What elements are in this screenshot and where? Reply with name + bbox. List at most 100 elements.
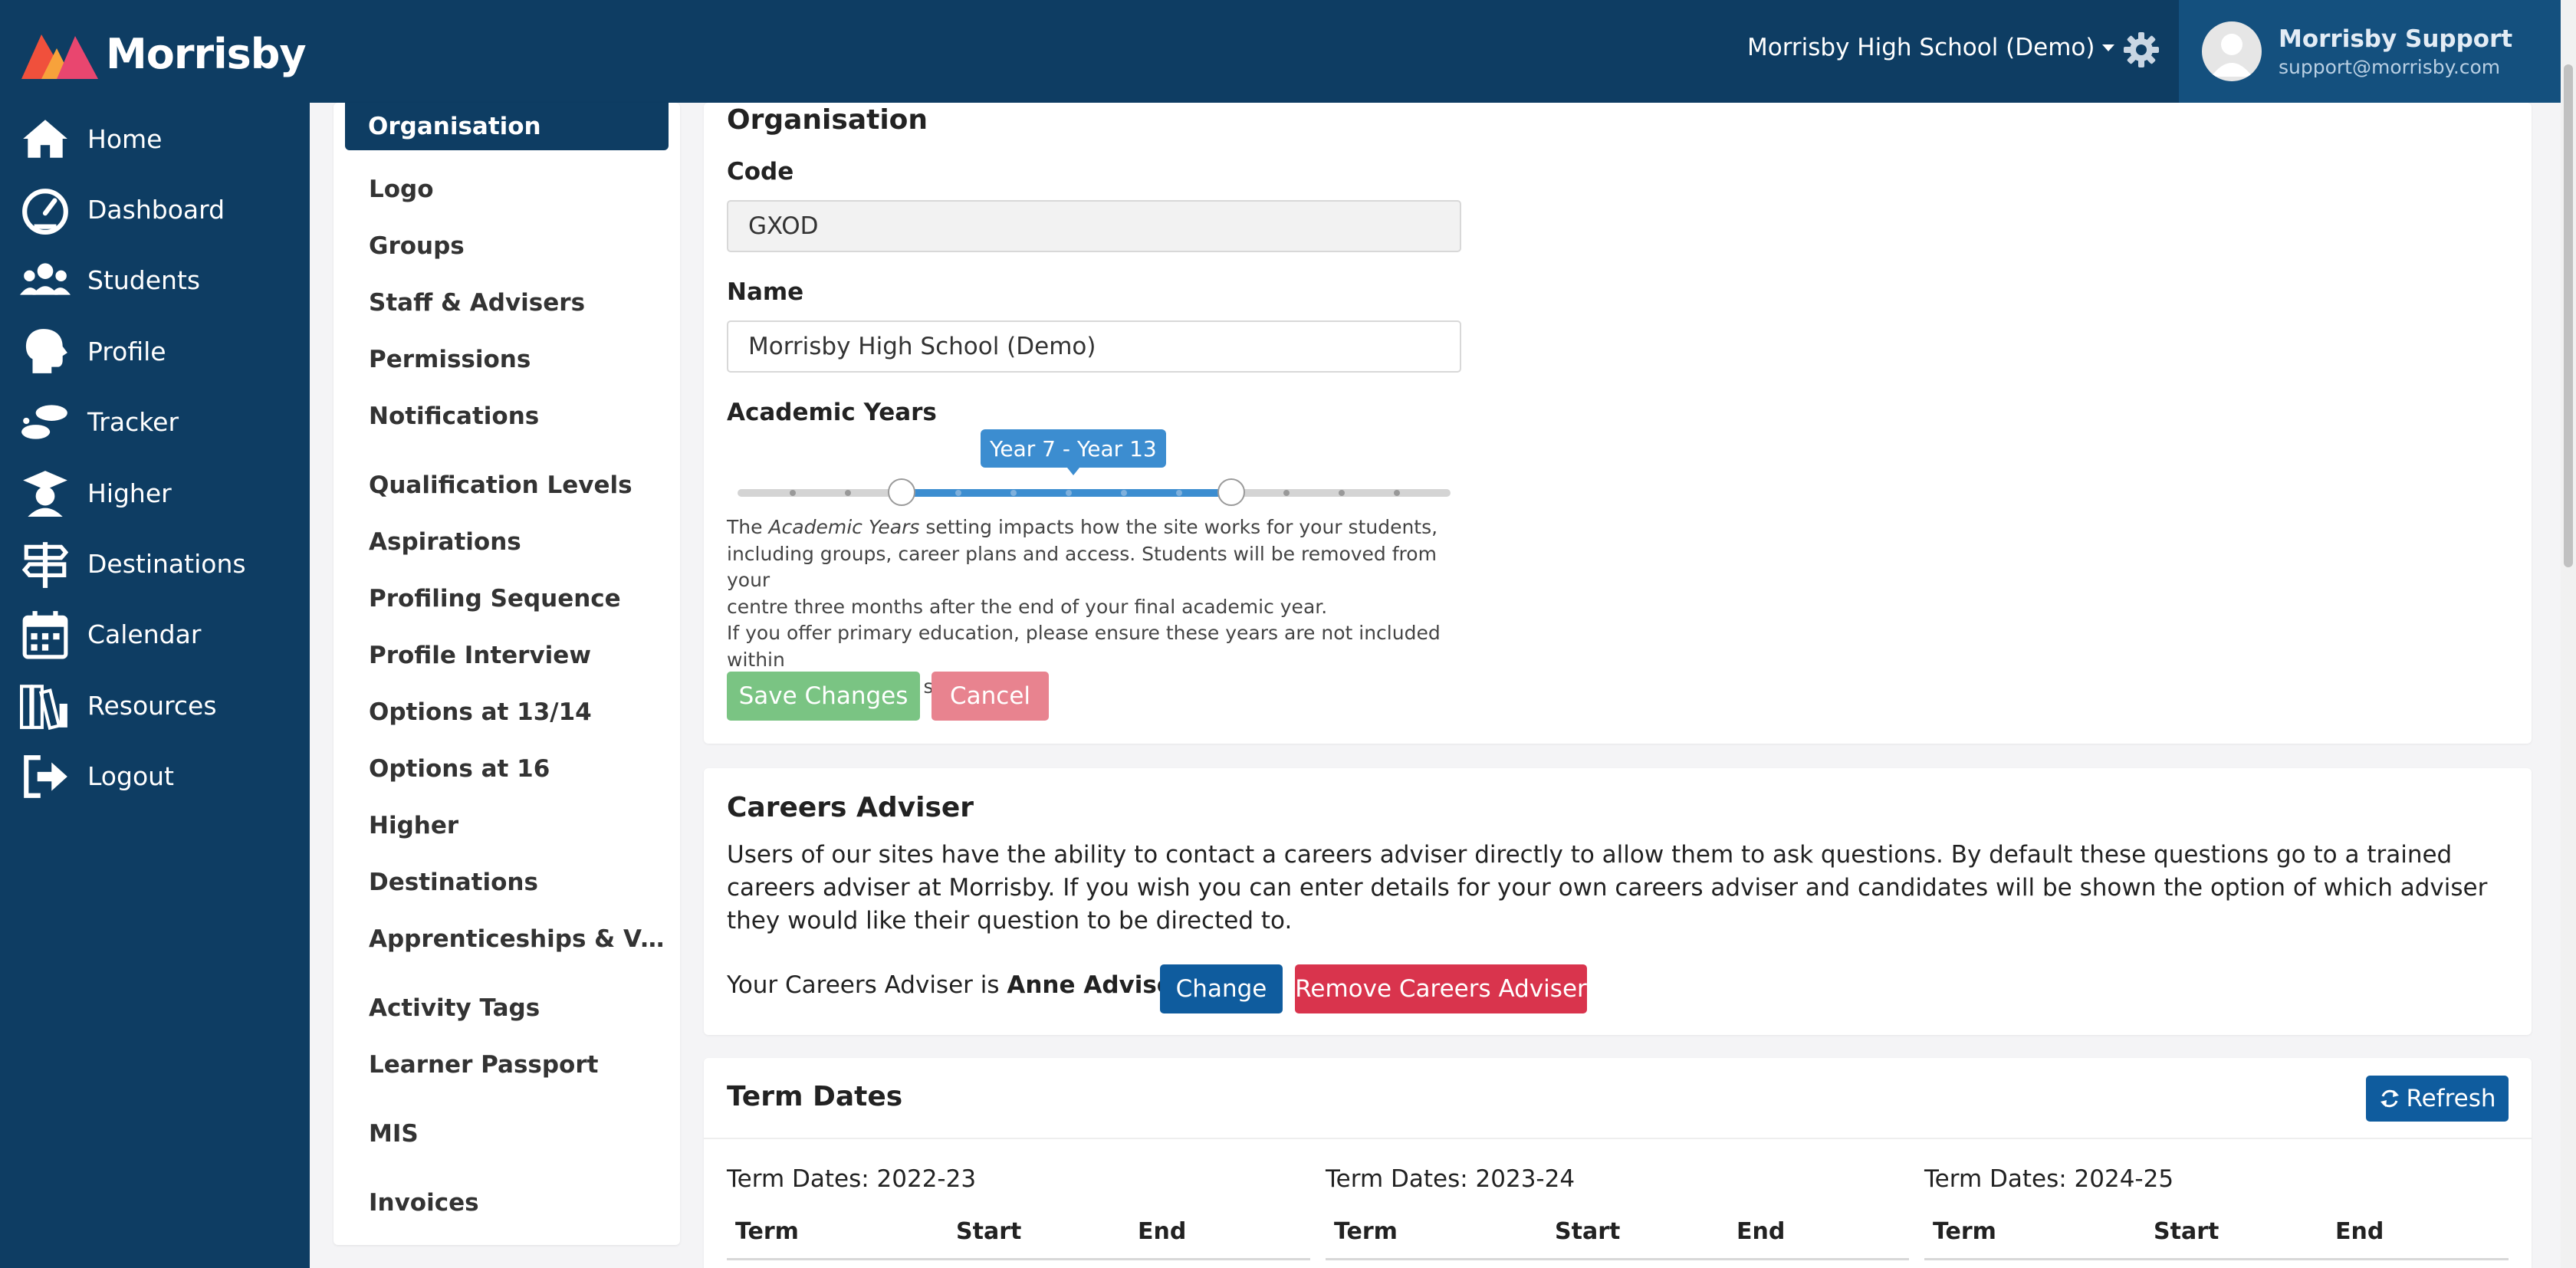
scrollbar-thumb[interactable] [2564, 64, 2573, 567]
school-selector[interactable]: Morrisby High School (Demo) [1747, 34, 2115, 61]
cancel-button[interactable]: Cancel [932, 672, 1049, 721]
slider-tick [1010, 490, 1017, 496]
user-name: Morrisby Support [2279, 25, 2513, 53]
settings-item-destinations[interactable]: Destinations [369, 869, 538, 896]
users-icon [17, 254, 74, 307]
help-line4: If you offer primary education, please e… [727, 622, 1441, 671]
code-field: GXOD [727, 200, 1461, 252]
save-changes-button[interactable]: Save Changes [727, 672, 920, 721]
nav-item-profile[interactable]: Profile [0, 316, 310, 386]
nav-item-dashboard[interactable]: Dashboard [0, 174, 310, 245]
main-nav: Home Dashboard Students Profile Tracker [0, 103, 310, 812]
calendar-icon [17, 608, 74, 662]
end-column-header: End [1138, 1218, 1187, 1245]
nav-item-home[interactable]: Home [0, 103, 310, 174]
user-silhouette-icon [2211, 34, 2252, 77]
signpost-icon [17, 537, 74, 591]
settings-item-qualification-levels[interactable]: Qualification Levels [369, 471, 632, 499]
help-line1-rest: setting impacts how the site works for y… [919, 516, 1438, 538]
settings-item-logo[interactable]: Logo [369, 176, 434, 203]
nav-item-higher[interactable]: Higher [0, 458, 310, 528]
slider-tick [955, 490, 961, 496]
term-column-header: Term [735, 1218, 799, 1245]
end-column-header: End [1737, 1218, 1786, 1245]
brand-logo[interactable]: Morrisby [21, 23, 307, 84]
nav-label: Higher [87, 478, 172, 508]
term-dates-title: Term Dates [727, 1081, 903, 1112]
name-label: Name [727, 278, 804, 306]
table-divider [1326, 1258, 1909, 1260]
name-field[interactable]: Morrisby High School (Demo) [727, 320, 1461, 373]
user-email: support@morrisby.com [2279, 55, 2501, 78]
slider-handle-end[interactable] [1217, 478, 1245, 506]
nav-label: Calendar [87, 619, 202, 650]
sidebar: Morrisby Home Dashboard Students Profile [0, 0, 310, 1268]
nav-label: Profile [87, 336, 166, 366]
end-column-header: End [2335, 1218, 2384, 1245]
nav-label: Home [87, 123, 163, 154]
settings-item-organisation[interactable]: Organisation [345, 103, 669, 150]
term-dates-year-2022-23: Term Dates: 2022-23 [727, 1165, 977, 1193]
settings-item-aspirations[interactable]: Aspirations [369, 528, 521, 556]
remove-adviser-button[interactable]: Remove Careers Adviser [1295, 964, 1587, 1013]
name-value: Morrisby High School (Demo) [748, 333, 1096, 360]
settings-item-learner-passport[interactable]: Learner Passport [369, 1051, 598, 1079]
settings-item-invoices[interactable]: Invoices [369, 1189, 479, 1217]
term-dates-year-2023-24: Term Dates: 2023-24 [1326, 1165, 1576, 1193]
head-profile-icon [17, 324, 74, 378]
slider-handle-start[interactable] [888, 478, 915, 506]
nav-label: Tracker [87, 407, 179, 438]
term-dates-header [704, 1058, 2532, 1139]
settings-item-permissions[interactable]: Permissions [369, 346, 531, 373]
refresh-button[interactable]: Refresh [2366, 1076, 2509, 1122]
graduation-cap-icon [17, 466, 74, 520]
settings-item-higher[interactable]: Higher [369, 812, 458, 839]
slider-tick [790, 490, 796, 496]
slider-tick [1066, 490, 1072, 496]
table-divider [727, 1258, 1310, 1260]
gear-icon[interactable] [2122, 31, 2160, 69]
user-menu[interactable]: Morrisby Support support@morrisby.com [2179, 0, 2561, 103]
term-column-header: Term [1334, 1218, 1398, 1245]
footprints-icon [17, 396, 74, 449]
years-range-tooltip: Year 7 - Year 13 [981, 429, 1166, 475]
settings-item-staff-advisers[interactable]: Staff & Advisers [369, 289, 585, 317]
change-adviser-button[interactable]: Change [1160, 964, 1283, 1013]
school-selector-label: Morrisby High School (Demo) [1747, 34, 2095, 61]
organisation-title: Organisation [727, 104, 928, 136]
refresh-icon [2380, 1089, 2400, 1108]
books-icon [17, 678, 74, 732]
settings-item-options-16[interactable]: Options at 16 [369, 755, 550, 783]
logout-icon [17, 750, 74, 803]
help-line2: including groups, career plans and acces… [727, 542, 1437, 592]
start-column-header: Start [2154, 1218, 2220, 1245]
page-scrollbar[interactable] [2561, 0, 2576, 1268]
settings-item-options-13-14[interactable]: Options at 13/14 [369, 698, 592, 726]
home-icon [17, 112, 74, 166]
nav-label: Resources [87, 690, 217, 721]
settings-item-apprenticeships[interactable]: Apprenticeships & Voc... [369, 925, 668, 953]
nav-item-resources[interactable]: Resources [0, 670, 310, 741]
nav-label: Logout [87, 761, 174, 792]
slider-tick [845, 490, 851, 496]
nav-item-students[interactable]: Students [0, 245, 310, 316]
adviser-prefix: Your Careers Adviser is [727, 971, 1007, 999]
nav-item-logout[interactable]: Logout [0, 741, 310, 812]
caret-down-icon [2102, 44, 2115, 51]
settings-item-groups[interactable]: Groups [369, 232, 465, 260]
settings-item-activity-tags[interactable]: Activity Tags [369, 994, 540, 1022]
code-value: GXOD [748, 212, 819, 240]
top-bar: Morrisby High School (Demo) Morrisby Sup… [310, 0, 2561, 103]
careers-adviser-description: Users of our sites have the ability to c… [727, 841, 2488, 935]
settings-item-mis[interactable]: MIS [369, 1120, 419, 1148]
nav-item-calendar[interactable]: Calendar [0, 600, 310, 670]
nav-item-destinations[interactable]: Destinations [0, 528, 310, 599]
help-line3: centre three months after the end of you… [727, 595, 1328, 618]
settings-item-profile-interview[interactable]: Profile Interview [369, 642, 591, 669]
help-prefix: The [727, 516, 769, 538]
careers-adviser-status: Your Careers Adviser is Anne Adviser. [727, 971, 1192, 999]
settings-item-notifications[interactable]: Notifications [369, 402, 539, 430]
help-emphasis: Academic Years [768, 516, 920, 538]
nav-item-tracker[interactable]: Tracker [0, 387, 310, 458]
settings-item-profiling-sequence[interactable]: Profiling Sequence [369, 585, 621, 613]
